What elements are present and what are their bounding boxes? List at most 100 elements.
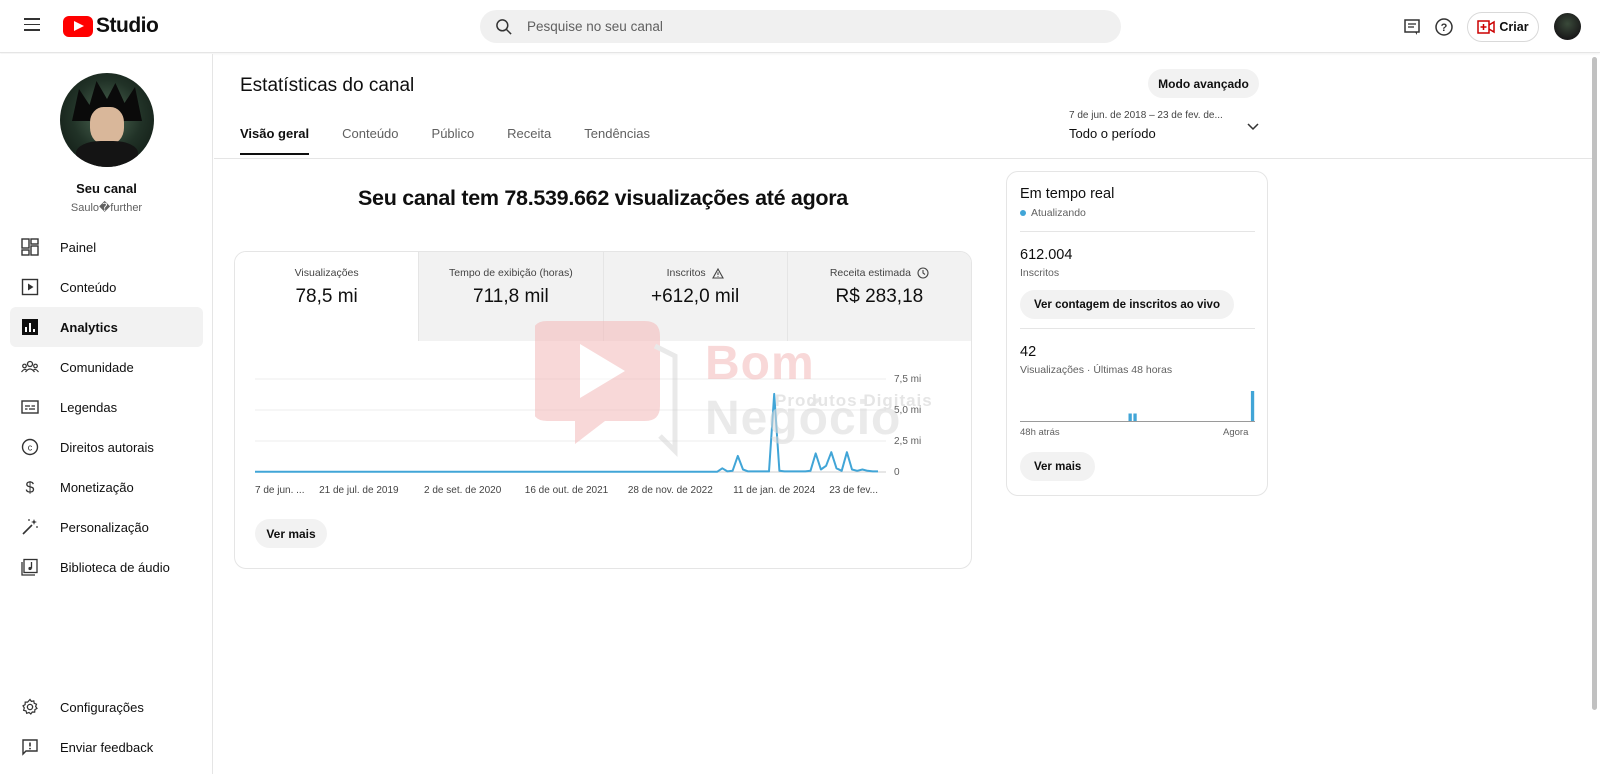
- realtime-see-more-button[interactable]: Ver mais: [1020, 452, 1096, 481]
- x-tick-label: 16 de out. de 2021: [525, 485, 609, 496]
- metric-revenue[interactable]: Receita estimada R$ 283,18: [787, 252, 971, 341]
- date-range-detail: 7 de jun. de 2018 – 23 de fev. de...: [1069, 110, 1223, 121]
- sidebar-item-painel[interactable]: Painel: [10, 227, 203, 267]
- see-more-button[interactable]: Ver mais: [255, 519, 327, 548]
- svg-text:$: $: [26, 480, 35, 497]
- rt-bar: [1133, 413, 1137, 421]
- y-tick-label: 5,0 mi: [894, 405, 921, 416]
- dashboard-icon: [20, 237, 40, 257]
- views-line-chart: 7,5 mi 5,0 mi 2,5 mi 0 7 de jun. ... 21 de ju…: [255, 374, 921, 496]
- help-icon[interactable]: ?: [1432, 15, 1456, 39]
- realtime-views-value: 42: [1020, 344, 1037, 360]
- advanced-mode-button[interactable]: Modo avançado: [1148, 69, 1259, 98]
- sidebar-bottom-nav: Configurações Enviar feedback: [10, 687, 203, 767]
- sidebar: Seu canal Saulo�further Painel Conteúdo …: [0, 54, 213, 774]
- sidebar-item-label: Conteúdo: [60, 279, 117, 295]
- metric-subscribers[interactable]: Inscritos +612,0 mil: [603, 252, 788, 341]
- realtime-views-label: Visualizações · Últimas 48 horas: [1020, 364, 1173, 376]
- x-tick-label: 21 de jul. de 2019: [319, 485, 399, 496]
- create-label: Criar: [1499, 20, 1529, 34]
- metric-label: Visualizações: [294, 267, 359, 279]
- tab-tendencias[interactable]: Tendências: [584, 126, 650, 155]
- analytics-icon: [20, 317, 40, 337]
- channel-avatar[interactable]: [60, 73, 154, 167]
- metric-value: 78,5 mi: [295, 286, 358, 307]
- overview-card: Visualizações 78,5 mi Tempo de exibição …: [234, 251, 972, 569]
- tab-publico[interactable]: Público: [432, 126, 475, 155]
- metric-label: Receita estimada: [830, 267, 929, 279]
- sidebar-item-conteudo[interactable]: Conteúdo: [10, 267, 203, 307]
- realtime-status: Atualizando: [1020, 207, 1086, 219]
- sidebar-item-direitos-autorais[interactable]: c Direitos autorais: [10, 427, 203, 467]
- sidebar-item-label: Biblioteca de áudio: [60, 559, 170, 575]
- clock-icon: [917, 267, 929, 279]
- sidebar-item-label: Enviar feedback: [60, 739, 154, 755]
- rt-bar: [1128, 413, 1132, 421]
- series-line: [255, 392, 878, 473]
- studio-logo[interactable]: Studio: [63, 14, 159, 38]
- realtime-bar-chart: [1020, 391, 1255, 422]
- sidebar-item-legendas[interactable]: Legendas: [10, 387, 203, 427]
- scrollbar[interactable]: [1592, 57, 1597, 710]
- analytics-tabs: Visão geral Conteúdo Público Receita Ten…: [240, 126, 683, 155]
- realtime-axis-end: Agora: [1223, 427, 1249, 438]
- x-tick-label: 28 de nov. de 2022: [628, 485, 713, 496]
- sidebar-item-comunidade[interactable]: Comunidade: [10, 347, 203, 387]
- realtime-subscribers-label: Inscritos: [1020, 267, 1060, 279]
- metric-watch-time[interactable]: Tempo de exibição (horas) 711,8 mil: [419, 252, 604, 341]
- search-bar[interactable]: [480, 10, 1121, 43]
- sidebar-item-personalizacao[interactable]: Personalização: [10, 507, 203, 547]
- create-button[interactable]: Criar: [1467, 12, 1539, 42]
- svg-text:?: ?: [1441, 22, 1448, 34]
- main-content: Estatísticas do canal Modo avançado 7 de…: [214, 54, 1600, 774]
- subtitles-feedback-icon[interactable]: [1400, 15, 1424, 39]
- add-video-icon: [1477, 20, 1496, 34]
- views-headline: Seu canal tem 78.539.662 visualizações a…: [358, 186, 848, 210]
- sidebar-item-label: Painel: [60, 239, 97, 255]
- sidebar-item-label: Comunidade: [60, 359, 134, 375]
- metric-label: Tempo de exibição (horas): [449, 267, 573, 279]
- sidebar-item-monetizacao[interactable]: $ Monetização: [10, 467, 203, 507]
- sidebar-item-biblioteca-audio[interactable]: Biblioteca de áudio: [10, 547, 203, 587]
- tab-receita[interactable]: Receita: [507, 126, 551, 155]
- sidebar-item-configuracoes[interactable]: Configurações: [10, 687, 203, 727]
- search-input[interactable]: [527, 19, 1087, 34]
- channel-handle: Saulo�further: [70, 202, 143, 214]
- y-tick-label: 0: [894, 467, 900, 478]
- top-header: Studio ? Criar: [0, 0, 1600, 53]
- sidebar-item-analytics[interactable]: Analytics: [10, 307, 203, 347]
- warning-icon: [711, 267, 724, 279]
- date-range-picker[interactable]: 7 de jun. de 2018 – 23 de fev. de... Tod…: [1069, 110, 1269, 141]
- chevron-down-icon: [1247, 123, 1259, 131]
- realtime-axis-start: 48h atrás: [1020, 427, 1060, 438]
- community-icon: [20, 357, 40, 377]
- tab-visao-geral[interactable]: Visão geral: [240, 126, 310, 155]
- sidebar-item-label: Analytics: [60, 319, 118, 335]
- logo-text: Studio: [96, 14, 159, 37]
- tab-conteudo[interactable]: Conteúdo: [342, 126, 398, 155]
- realtime-card: Em tempo real Atualizando 612.004 Inscri…: [1006, 171, 1268, 496]
- tabs-divider: [214, 158, 1594, 159]
- metric-value: R$ 283,18: [835, 286, 924, 307]
- live-subscriber-count-button[interactable]: Ver contagem de inscritos ao vivo: [1020, 290, 1234, 319]
- sidebar-item-label: Monetização: [60, 479, 134, 495]
- x-tick-label: 11 de jan. de 2024: [733, 485, 816, 496]
- sidebar-item-label: Direitos autorais: [60, 439, 154, 455]
- realtime-subscribers-value: 612.004: [1020, 247, 1073, 263]
- metric-value: 711,8 mil: [473, 286, 549, 307]
- x-tick-label: 2 de set. de 2020: [424, 485, 502, 496]
- customization-icon: [20, 517, 40, 537]
- page-title: Estatísticas do canal: [240, 75, 415, 96]
- account-avatar[interactable]: [1554, 13, 1581, 40]
- audio-library-icon: [20, 557, 40, 577]
- menu-icon[interactable]: [20, 14, 44, 38]
- feedback-icon: [20, 737, 40, 757]
- youtube-play-icon: [63, 15, 93, 37]
- x-tick-label: 7 de jun. ...: [255, 485, 304, 496]
- sidebar-item-enviar-feedback[interactable]: Enviar feedback: [10, 727, 203, 767]
- settings-icon: [20, 697, 40, 717]
- sidebar-item-label: Legendas: [60, 399, 118, 415]
- metric-value: +612,0 mil: [651, 286, 740, 307]
- metric-views[interactable]: Visualizações 78,5 mi: [235, 252, 420, 341]
- channel-name: Seu canal: [76, 181, 137, 196]
